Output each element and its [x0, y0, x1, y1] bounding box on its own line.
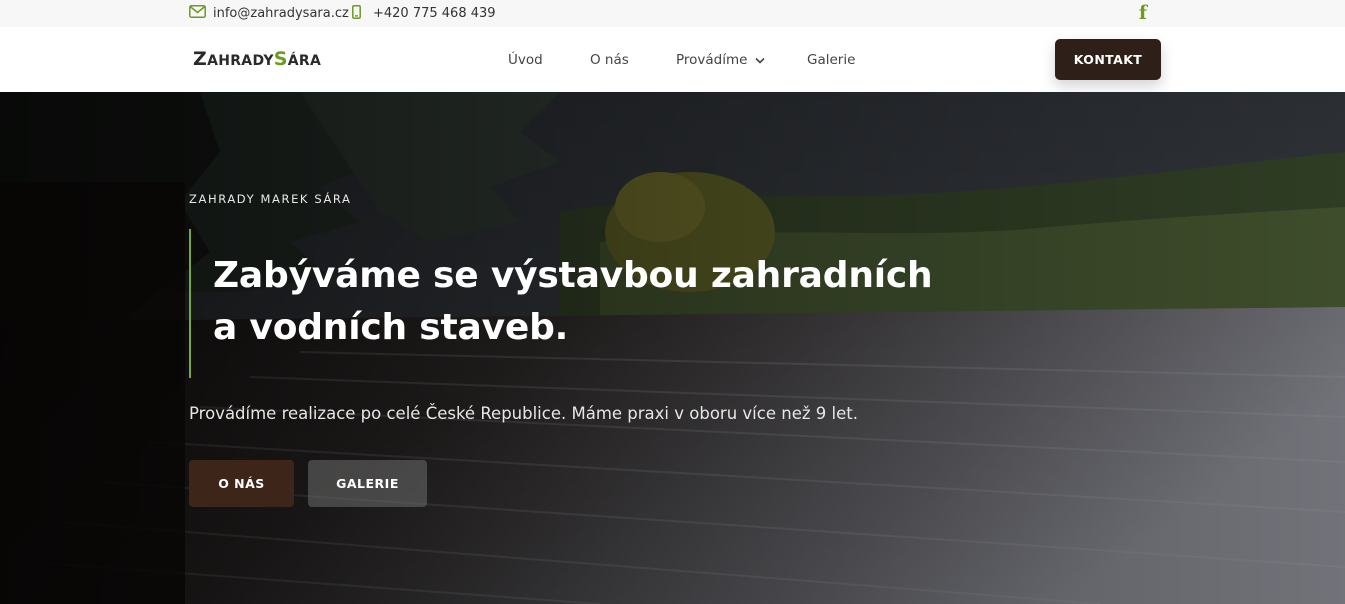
phone-text: +420 775 468 439 [373, 6, 496, 21]
hero-tagline: ZAHRADY MAREK SÁRA [189, 192, 352, 206]
logo[interactable]: ZAHRADYSÁRA [193, 47, 321, 73]
gallery-button[interactable]: GALERIE [308, 460, 427, 507]
headline-accent-bar [189, 229, 191, 378]
site-header: ZAHRADYSÁRA Úvod O nás Provádíme Galerie… [0, 27, 1345, 92]
hero-headline: Zabýváme se výstavbou zahradních a vodní… [213, 250, 933, 354]
top-contact-bar: info@zahradysara.cz +420 775 468 439 f [0, 0, 1345, 27]
hero-headline-line2: a vodních staveb. [213, 307, 569, 348]
logo-letter-s: S [273, 48, 288, 70]
phone-link[interactable]: +420 775 468 439 [352, 0, 496, 27]
phone-icon [352, 4, 361, 23]
logo-text-ahrady: AHRADY [207, 53, 274, 69]
logo-letter-z: Z [193, 48, 208, 70]
nav-item-uvod[interactable]: Úvod [508, 27, 543, 92]
email-text: info@zahradysara.cz [213, 6, 349, 21]
nav-item-provadime[interactable]: Provádíme [676, 27, 766, 92]
hero-section: ZAHRADY MAREK SÁRA Zabýváme se výstavbou… [0, 92, 1345, 604]
nav-item-galerie[interactable]: Galerie [807, 27, 855, 92]
mail-icon [189, 5, 206, 22]
chevron-down-icon [755, 52, 766, 68]
about-button[interactable]: O NÁS [189, 460, 294, 507]
logo-text-ara: ÁRA [287, 53, 322, 69]
hero-headline-line1: Zabýváme se výstavbou zahradních [213, 255, 933, 296]
email-link[interactable]: info@zahradysara.cz [189, 0, 349, 27]
hero-subtitle: Provádíme realizace po celé České Republ… [189, 404, 858, 423]
nav-item-o-nas[interactable]: O nás [590, 27, 629, 92]
facebook-icon[interactable]: f [1135, 2, 1151, 24]
kontakt-button[interactable]: KONTAKT [1055, 39, 1161, 80]
nav-item-provadime-label: Provádíme [676, 51, 748, 68]
